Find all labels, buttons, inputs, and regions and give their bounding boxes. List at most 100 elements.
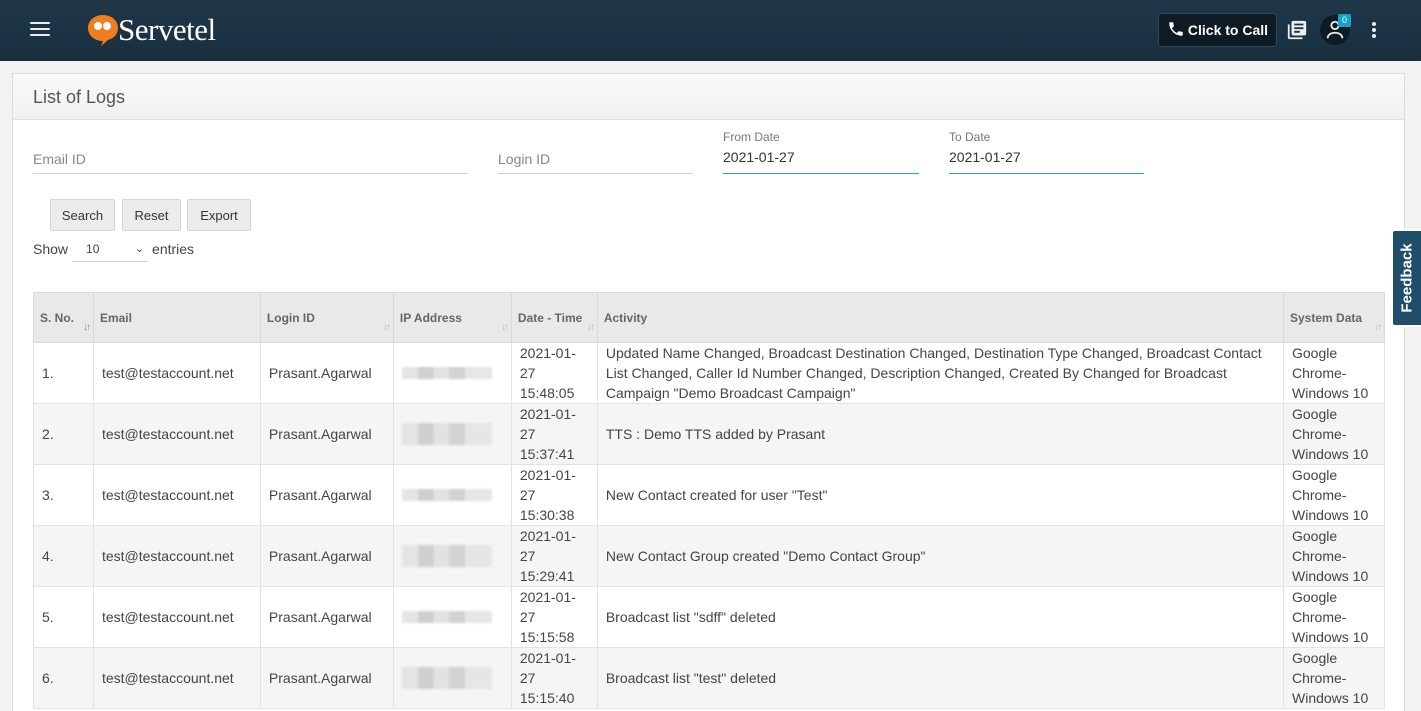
page-title: List of Logs — [33, 87, 126, 107]
cell-system-data: Google Chrome-Windows 10 — [1283, 586, 1385, 648]
click-to-call-button[interactable]: Click to Call — [1158, 13, 1277, 47]
ip-redacted — [401, 367, 492, 379]
table-row: 4. test@testaccount.net Prasant.Agarwal … — [33, 525, 1385, 587]
logs-panel: List of Logs Email ID Login ID From Date… — [12, 73, 1405, 711]
cell-system-data: Google Chrome-Windows 10 — [1283, 342, 1385, 404]
column-sno[interactable]: S. No. ↓↑ — [33, 292, 94, 343]
to-date-label: To Date — [949, 130, 991, 144]
cell-login-id: Prasant.Agarwal — [259, 586, 394, 648]
brand-logo[interactable]: Servetel — [86, 10, 216, 50]
cell-email: test@testaccount.net — [92, 525, 261, 587]
table-header-row: S. No. ↓↑ Email Login ID ↓↑ IP Address ↓↑ D… — [33, 292, 1385, 343]
sort-icon: ↓↑ — [382, 322, 391, 333]
export-button[interactable]: Export — [187, 199, 251, 231]
cell-system-data: Google Chrome-Windows 10 — [1283, 403, 1385, 465]
panel-header: List of Logs — [13, 74, 1404, 120]
login-id-placeholder: Login ID — [498, 151, 551, 167]
ip-redacted — [401, 545, 492, 567]
cell-login-id: Prasant.Agarwal — [259, 342, 394, 404]
cell-sno: 3. — [33, 464, 94, 526]
from-date-label: From Date — [723, 130, 780, 144]
cell-system-data: Google Chrome-Windows 10 — [1283, 464, 1385, 526]
table-row: 6. test@testaccount.net Prasant.Agarwal … — [33, 647, 1385, 709]
table-row: 3. test@testaccount.net Prasant.Agarwal … — [33, 464, 1385, 526]
cell-email: test@testaccount.net — [92, 586, 261, 648]
cell-login-id: Prasant.Agarwal — [259, 525, 394, 587]
phone-icon — [1167, 20, 1185, 41]
cell-ip-address — [392, 586, 512, 648]
reset-button[interactable]: Reset — [122, 199, 181, 231]
column-system-data[interactable]: System Data ↓↑ — [1283, 292, 1385, 343]
ip-redacted — [401, 423, 492, 445]
sort-icon: ↓↑ — [1374, 322, 1382, 333]
sort-icon: ↓↑ — [82, 322, 91, 333]
show-label: Show — [33, 241, 69, 257]
top-navbar: Servetel Click to Call 0 — [0, 0, 1421, 61]
cell-system-data: Google Chrome-Windows 10 — [1283, 647, 1385, 709]
feedback-label: Feedback — [1398, 243, 1416, 313]
cell-activity: Broadcast list "test" deleted — [596, 647, 1285, 709]
entries-select-value: 10 — [86, 242, 100, 256]
from-date-field[interactable]: From Date 2021-01-27 — [723, 130, 919, 174]
cell-sno: 4. — [33, 525, 94, 587]
to-date-field[interactable]: To Date 2021-01-27 — [949, 130, 1144, 174]
brand-name: Servetel — [118, 12, 216, 47]
login-id-field[interactable]: Login ID — [498, 150, 693, 174]
cell-activity: New Contact created for user "Test" — [596, 464, 1285, 526]
menu-icon[interactable] — [30, 22, 50, 37]
more-icon[interactable] — [1359, 15, 1389, 45]
sort-icon: ↓↑ — [586, 322, 595, 333]
cell-login-id: Prasant.Agarwal — [259, 403, 394, 465]
cell-login-id: Prasant.Agarwal — [259, 464, 394, 526]
book-icon[interactable] — [1282, 15, 1312, 45]
cell-email: test@testaccount.net — [92, 403, 261, 465]
ip-redacted — [401, 611, 492, 623]
cell-activity: Broadcast list "sdff" deleted — [596, 586, 1285, 648]
ip-redacted — [401, 667, 492, 689]
cell-ip-address — [392, 403, 512, 465]
cell-activity: New Contact Group created "Demo Contact … — [596, 525, 1285, 587]
cell-sno: 1. — [33, 342, 94, 404]
cell-activity: Updated Name Changed, Broadcast Destinat… — [596, 342, 1285, 404]
cell-activity: TTS : Demo TTS added by Prasant — [596, 403, 1285, 465]
column-email[interactable]: Email — [92, 292, 261, 343]
table-row: 5. test@testaccount.net Prasant.Agarwal … — [33, 586, 1385, 648]
cell-email: test@testaccount.net — [92, 464, 261, 526]
logo-mark-icon — [86, 13, 122, 47]
cell-ip-address — [392, 464, 512, 526]
cell-ip-address — [392, 342, 512, 404]
cell-date-time: 2021-01-27 15:37:41 — [510, 403, 598, 465]
chevron-down-icon: ⌄ — [134, 243, 145, 255]
column-activity[interactable]: Activity — [596, 292, 1285, 343]
cell-ip-address — [392, 525, 512, 587]
table-row: 1. test@testaccount.net Prasant.Agarwal … — [33, 342, 1385, 404]
cell-email: test@testaccount.net — [92, 647, 261, 709]
page-length-control: Show 10 ⌄ entries — [33, 236, 194, 262]
ip-redacted — [401, 489, 492, 501]
email-field[interactable]: Email ID — [33, 150, 468, 174]
agent-badge: 0 — [1338, 14, 1351, 27]
feedback-tab[interactable]: Feedback — [1391, 229, 1421, 327]
column-ip-address[interactable]: IP Address ↓↑ — [392, 292, 512, 343]
cell-system-data: Google Chrome-Windows 10 — [1283, 525, 1385, 587]
cell-email: test@testaccount.net — [92, 342, 261, 404]
logs-table: S. No. ↓↑ Email Login ID ↓↑ IP Address ↓↑ D… — [33, 292, 1385, 709]
agent-icon[interactable]: 0 — [1320, 14, 1351, 45]
column-date-time[interactable]: Date - Time ↓↑ — [510, 292, 598, 343]
cell-date-time: 2021-01-27 15:30:38 — [510, 464, 598, 526]
cell-sno: 2. — [33, 403, 94, 465]
cell-sno: 6. — [33, 647, 94, 709]
cell-date-time: 2021-01-27 15:48:05 — [510, 342, 598, 404]
cell-ip-address — [392, 647, 512, 709]
to-date-value: 2021-01-27 — [949, 149, 1021, 165]
entries-select[interactable]: 10 ⌄ — [72, 236, 149, 262]
table-row: 2. test@testaccount.net Prasant.Agarwal … — [33, 403, 1385, 465]
cell-sno: 5. — [33, 586, 94, 648]
cell-date-time: 2021-01-27 15:29:41 — [510, 525, 598, 587]
sort-icon: ↓↑ — [500, 322, 509, 333]
search-button[interactable]: Search — [50, 199, 115, 231]
from-date-value: 2021-01-27 — [723, 149, 795, 165]
column-login-id[interactable]: Login ID ↓↑ — [259, 292, 394, 343]
email-placeholder: Email ID — [33, 151, 86, 167]
click-to-call-label: Click to Call — [1187, 22, 1269, 38]
